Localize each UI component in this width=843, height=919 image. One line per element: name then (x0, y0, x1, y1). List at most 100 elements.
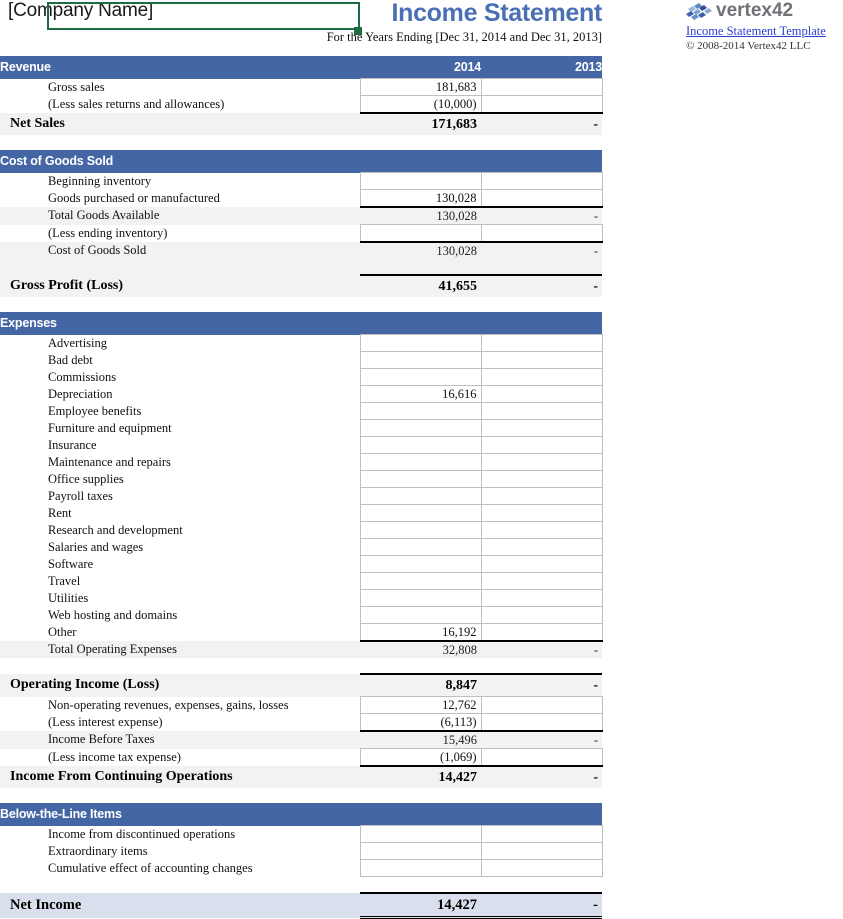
section-title: Revenue (0, 56, 360, 79)
value-cell-year-1[interactable] (359, 504, 482, 522)
value-cell-year-2[interactable] (480, 224, 603, 243)
spacer-cell (0, 135, 360, 150)
value-cell-year-1[interactable]: 16,616 (359, 385, 482, 403)
value-cell-year-1[interactable] (359, 402, 482, 420)
value-cell-year-1[interactable] (359, 334, 482, 352)
value-cell-year-2[interactable] (480, 436, 603, 454)
value-cell-year-2[interactable] (480, 842, 603, 860)
value-cell-year-1[interactable] (359, 825, 482, 843)
value-cell-year-2[interactable] (480, 453, 603, 471)
value-cell-year-1[interactable] (359, 419, 482, 437)
row-label: Net Income (0, 893, 360, 918)
value-cell-year-1[interactable] (359, 555, 482, 573)
row-label: (Less sales returns and allowances) (48, 96, 225, 111)
value-cell-year-2[interactable] (480, 487, 603, 505)
value-cell-year-1[interactable] (359, 453, 482, 471)
value-cell-year-1[interactable]: (1,069) (359, 748, 482, 767)
value-cell-year-2[interactable] (480, 825, 603, 843)
table-row: Office supplies (0, 470, 603, 488)
value-cell-year-2[interactable] (480, 368, 603, 386)
value-cell-year-1[interactable] (359, 172, 482, 190)
table-row: Web hosting and domains (0, 606, 603, 624)
value-cell-year-1[interactable]: (10,000) (359, 95, 482, 114)
value-cell-year-1[interactable]: 181,683 (359, 78, 482, 96)
value-cell-year-2[interactable] (480, 172, 603, 190)
value-cell-year-2[interactable] (480, 696, 603, 714)
value-cell-year-2[interactable] (480, 78, 603, 96)
value-cell-year-1[interactable] (359, 224, 482, 243)
value-cell-year-2[interactable] (480, 385, 603, 403)
value-cell-year-2: - (481, 765, 602, 788)
value-cell-year-2: - (481, 730, 602, 749)
value-cell-year-1[interactable] (359, 368, 482, 386)
value-cell-year-1[interactable] (359, 487, 482, 505)
value-cell-year-2[interactable] (480, 521, 603, 539)
spacer-cell (360, 788, 481, 803)
value-cell-year-2[interactable] (480, 713, 603, 732)
selected-cell-outline[interactable] (47, 2, 360, 30)
value-cell-year-2[interactable] (480, 606, 603, 624)
value-cell-year-1[interactable] (359, 436, 482, 454)
table-row: (Less income tax expense) (1,069) (0, 748, 603, 767)
value-cell-year-2[interactable] (480, 555, 603, 573)
value-cell-year-2[interactable] (480, 589, 603, 607)
column-header-year-1: 2014 (360, 56, 481, 79)
table-row: Goods purchased or manufactured 130,028 (0, 189, 603, 208)
row-label: Maintenance and repairs (48, 454, 171, 469)
value-cell-year-2[interactable] (480, 334, 603, 352)
value-cell-year-2: - (481, 640, 602, 658)
value-cell-year-1[interactable] (359, 606, 482, 624)
table-row: Maintenance and repairs (0, 453, 603, 471)
value-cell-year-1[interactable] (359, 842, 482, 860)
row-label: Utilities (48, 590, 89, 605)
table-row: Beginning inventory (0, 172, 603, 190)
row-label: (Less income tax expense) (48, 749, 181, 764)
section-gap (0, 297, 602, 312)
value-cell-year-2[interactable] (480, 95, 603, 114)
row-label: Employee benefits (48, 403, 142, 418)
row-label: Advertising (48, 335, 108, 350)
table-row: Depreciation 16,616 (0, 385, 603, 403)
column-header-spacer (481, 150, 602, 173)
value-cell-year-1[interactable] (359, 538, 482, 556)
table-row: Income Before Taxes 15,496- (0, 730, 602, 749)
row-label: Bad debt (48, 352, 93, 367)
row-label: Furniture and equipment (48, 420, 172, 435)
value-cell-year-2[interactable] (480, 504, 603, 522)
table-row: (Less interest expense) (6,113) (0, 713, 603, 732)
spacer-cell (0, 297, 360, 312)
spacer-cell (481, 876, 602, 893)
value-cell-year-1[interactable] (359, 521, 482, 539)
value-cell-year-2[interactable] (480, 623, 603, 642)
section-title: Cost of Goods Sold (0, 150, 360, 173)
value-cell-year-2[interactable] (480, 748, 603, 767)
value-cell-year-1[interactable] (359, 859, 482, 877)
value-cell-year-2[interactable] (480, 859, 603, 877)
row-label: Non-operating revenues, expenses, gains,… (48, 697, 289, 712)
section-gap (0, 135, 602, 150)
value-cell-year-2[interactable] (480, 189, 603, 208)
spacer-cell (360, 135, 481, 150)
value-cell-year-2[interactable] (480, 419, 603, 437)
vertex42-diamonds-logo-icon (686, 3, 716, 20)
table-row: Rent (0, 504, 603, 522)
value-cell-year-1[interactable] (359, 572, 482, 590)
value-cell-year-1[interactable]: 12,762 (359, 696, 482, 714)
value-cell-year-2[interactable] (480, 538, 603, 556)
value-cell-year-2[interactable] (480, 402, 603, 420)
row-label: Operating Income (Loss) (0, 674, 360, 697)
spacer-cell (360, 658, 481, 674)
value-cell-year-1[interactable]: 16,192 (359, 623, 482, 642)
value-cell-year-2[interactable] (480, 351, 603, 369)
value-cell-year-1[interactable]: (6,113) (359, 713, 482, 732)
value-cell-year-1[interactable] (359, 351, 482, 369)
section-header-below-the-line-items: Below-the-Line Items (0, 803, 602, 826)
value-cell-year-1[interactable] (359, 470, 482, 488)
value-cell-year-1[interactable]: 130,028 (359, 189, 482, 208)
template-link[interactable]: Income Statement Template (686, 24, 826, 39)
row-label: (Less interest expense) (48, 714, 163, 729)
value-cell-year-1[interactable] (359, 589, 482, 607)
value-cell-year-2[interactable] (480, 572, 603, 590)
value-cell-year-2[interactable] (480, 470, 603, 488)
spacer-cell (481, 297, 602, 312)
